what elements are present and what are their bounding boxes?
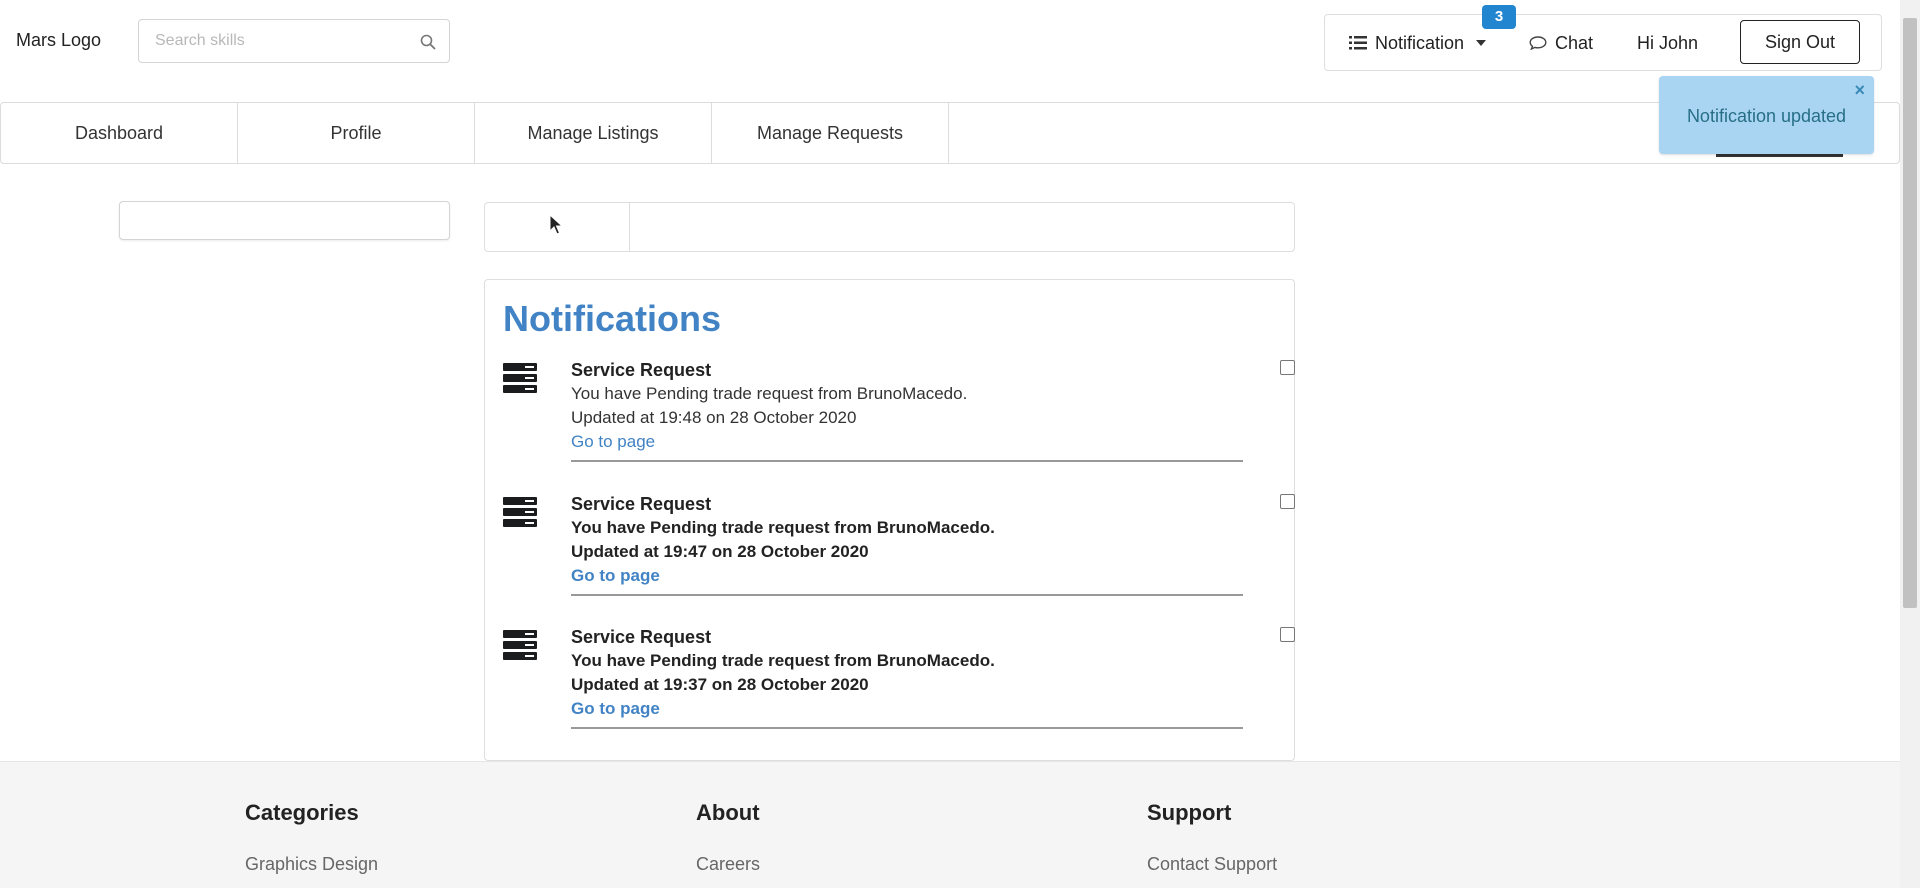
notification-checkbox[interactable] [1280, 360, 1295, 375]
notification-item: Service Request You have Pending trade r… [503, 627, 1295, 747]
chevron-down-icon [1476, 40, 1487, 46]
toast-message: Notification updated [1686, 106, 1847, 126]
site-logo[interactable]: Mars Logo [16, 30, 101, 51]
footer-heading: Categories [245, 800, 359, 825]
footer-link[interactable]: Graphics Design [245, 854, 378, 875]
notification-toolbar [484, 202, 1295, 252]
notification-timestamp: Updated at 19:37 on 28 October 2020 [571, 675, 869, 694]
notification-checkbox[interactable] [1280, 627, 1295, 642]
notification-timestamp: Updated at 19:47 on 28 October 2020 [571, 542, 869, 561]
main-tabs: Dashboard Profile Manage Listings Manage… [0, 102, 1900, 164]
footer-column-about: About Careers [696, 800, 760, 875]
scrollbar-thumb[interactable] [1903, 18, 1917, 608]
notification-item: Service Request You have Pending trade r… [503, 360, 1295, 480]
notification-title: Service Request [571, 494, 712, 514]
notification-item: Service Request You have Pending trade r… [503, 494, 1295, 614]
search-input[interactable]: Search skills [155, 32, 245, 50]
mouse-cursor-icon [549, 214, 563, 235]
tab-manage-listings[interactable]: Manage Listings [475, 103, 712, 163]
notification-count-badge: 3 [1482, 5, 1516, 29]
close-icon[interactable]: × [1854, 80, 1865, 101]
vertical-scrollbar[interactable] [1900, 0, 1920, 888]
footer-column-categories: Categories Graphics Design [245, 800, 378, 875]
user-greeting[interactable]: Hi John [1637, 33, 1698, 54]
footer-heading: Support [1147, 800, 1232, 825]
server-icon [503, 363, 537, 393]
notifications-card: Notifications Service Request You have P… [484, 279, 1295, 761]
server-icon [503, 630, 537, 660]
go-to-page-link[interactable]: Go to page [571, 699, 660, 719]
notification-dropdown[interactable]: Notification [1349, 33, 1487, 54]
toast-notification: × Notification updated [1659, 76, 1874, 154]
tab-dashboard[interactable]: Dashboard [1, 103, 238, 163]
side-panel [119, 201, 450, 240]
footer-heading: About [696, 800, 760, 825]
notification-message: You have Pending trade request from Brun… [571, 651, 995, 670]
chat-label: Chat [1555, 33, 1594, 53]
notification-message: You have Pending trade request from Brun… [571, 518, 995, 537]
tab-profile[interactable]: Profile [238, 103, 475, 163]
list-icon [1349, 36, 1367, 50]
notification-checkbox[interactable] [1280, 494, 1295, 509]
page-title: Notifications [503, 298, 722, 339]
server-icon [503, 497, 537, 527]
notification-message: You have Pending trade request from Brun… [571, 384, 968, 403]
divider [571, 594, 1243, 596]
go-to-page-link[interactable]: Go to page [571, 566, 660, 586]
chat-icon [1529, 36, 1547, 50]
footer-link[interactable]: Contact Support [1147, 854, 1277, 875]
footer-link[interactable]: Careers [696, 854, 760, 875]
search-box[interactable]: Search skills [138, 19, 450, 63]
tab-manage-requests[interactable]: Manage Requests [712, 103, 949, 163]
chat-link[interactable]: Chat [1529, 33, 1593, 54]
divider [571, 460, 1243, 462]
divider [571, 727, 1243, 729]
sign-out-button[interactable]: Sign Out [1740, 20, 1860, 64]
search-icon[interactable] [419, 33, 437, 51]
active-tab-indicator [1716, 154, 1843, 157]
top-header: Mars Logo Search skills Notification Cha… [0, 0, 1900, 100]
footer-column-support: Support Contact Support [1147, 800, 1277, 875]
notification-timestamp: Updated at 19:48 on 28 October 2020 [571, 408, 857, 427]
notification-title: Service Request [571, 627, 712, 647]
notification-title: Service Request [571, 360, 712, 380]
page-footer: Categories Graphics Design About Careers… [0, 761, 1900, 888]
notification-label: Notification [1375, 33, 1465, 53]
go-to-page-link[interactable]: Go to page [571, 432, 655, 452]
